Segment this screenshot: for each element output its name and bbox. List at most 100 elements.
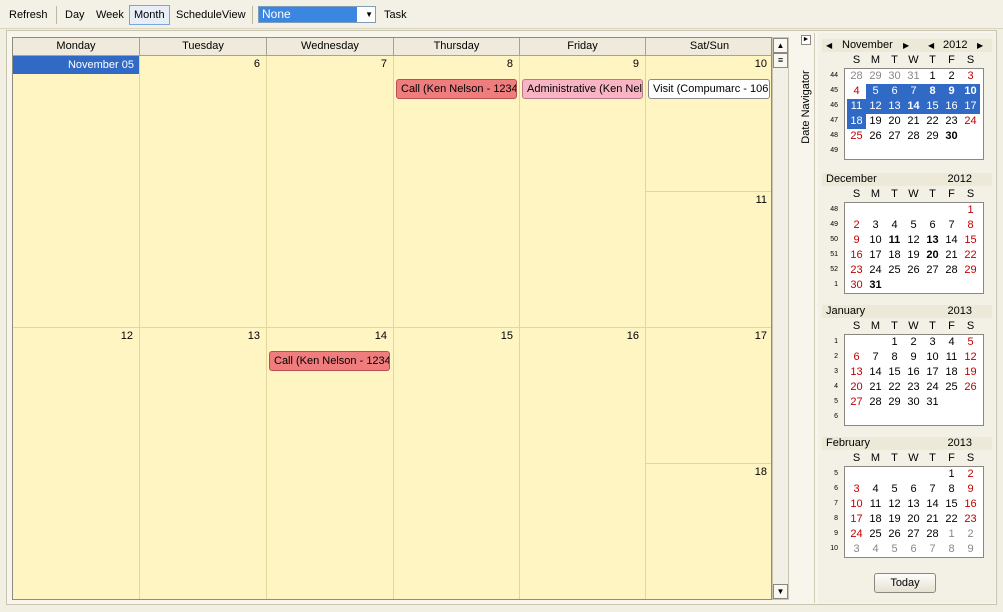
- mini-day[interactable]: 23: [904, 380, 923, 395]
- mini-day[interactable]: 5: [885, 482, 904, 497]
- mini-day[interactable]: 2: [847, 218, 866, 233]
- week-view-button[interactable]: Week: [91, 5, 129, 25]
- mini-day[interactable]: 5: [904, 218, 923, 233]
- mini-day[interactable]: 24: [923, 380, 942, 395]
- mini-day[interactable]: 14: [904, 99, 923, 114]
- mini-day[interactable]: 14: [942, 233, 961, 248]
- mini-day[interactable]: 15: [923, 99, 942, 114]
- mini-day[interactable]: 8: [961, 218, 980, 233]
- mini-day[interactable]: 11: [885, 233, 904, 248]
- mini-day[interactable]: 28: [942, 263, 961, 278]
- mini-day[interactable]: 18: [942, 365, 961, 380]
- day-cell-nov-11[interactable]: 11: [646, 192, 771, 328]
- mini-day[interactable]: 28: [847, 69, 866, 84]
- mini-day[interactable]: 22: [961, 248, 980, 263]
- mini-day[interactable]: 26: [885, 527, 904, 542]
- chevron-down-icon[interactable]: ▼: [365, 8, 373, 21]
- mini-day[interactable]: 5: [885, 542, 904, 557]
- mini-day[interactable]: 6: [904, 482, 923, 497]
- next-year-icon[interactable]: ▶: [977, 39, 983, 52]
- mini-day[interactable]: 1: [885, 335, 904, 350]
- mini-day[interactable]: 21: [866, 380, 885, 395]
- mini-day[interactable]: 2: [961, 527, 980, 542]
- mini-day[interactable]: 12: [885, 497, 904, 512]
- day-cell-nov-06[interactable]: 6: [140, 56, 267, 328]
- next-month-icon[interactable]: ▶: [903, 39, 909, 52]
- mini-day[interactable]: 10: [923, 350, 942, 365]
- mini-day[interactable]: 4: [942, 335, 961, 350]
- scroll-down-icon[interactable]: ▼: [773, 584, 788, 599]
- filter-select[interactable]: None ▼: [258, 6, 376, 23]
- mini-day[interactable]: 18: [885, 248, 904, 263]
- month-view-button[interactable]: Month: [129, 5, 170, 25]
- mini-day[interactable]: 22: [942, 512, 961, 527]
- day-cell-nov-07[interactable]: 7: [267, 56, 394, 328]
- mini-day[interactable]: 8: [942, 482, 961, 497]
- mini-day[interactable]: 25: [942, 380, 961, 395]
- mini-day[interactable]: 8: [885, 350, 904, 365]
- mini-day[interactable]: 7: [923, 542, 942, 557]
- mini-day[interactable]: 18: [866, 512, 885, 527]
- day-cell-nov-18[interactable]: 18: [646, 464, 771, 599]
- mini-day[interactable]: 11: [942, 350, 961, 365]
- mini-day[interactable]: 15: [961, 233, 980, 248]
- mini-day[interactable]: 6: [847, 350, 866, 365]
- mini-day[interactable]: 20: [885, 114, 904, 129]
- mini-day[interactable]: 19: [866, 114, 885, 129]
- day-cell-nov-17[interactable]: 17: [646, 328, 771, 464]
- mini-day[interactable]: 10: [961, 84, 980, 99]
- mini-day[interactable]: 7: [904, 84, 923, 99]
- schedule-view-button[interactable]: ScheduleView: [171, 5, 251, 25]
- mini-day[interactable]: 3: [923, 335, 942, 350]
- mini-day[interactable]: 7: [923, 482, 942, 497]
- mini-day[interactable]: 26: [961, 380, 980, 395]
- collapse-icon[interactable]: ►: [801, 35, 811, 45]
- prev-year-icon[interactable]: ◀: [928, 39, 934, 52]
- mini-day[interactable]: 30: [885, 69, 904, 84]
- mini-day[interactable]: 5: [866, 84, 885, 99]
- mini-day[interactable]: 28: [904, 129, 923, 144]
- mini-day[interactable]: 24: [961, 114, 980, 129]
- mini-day[interactable]: 3: [847, 542, 866, 557]
- mini-day[interactable]: 27: [885, 129, 904, 144]
- mini-day[interactable]: 4: [847, 84, 866, 99]
- today-button[interactable]: Today: [874, 573, 936, 593]
- mini-day[interactable]: 13: [847, 365, 866, 380]
- mini-day[interactable]: 3: [961, 69, 980, 84]
- mini-day[interactable]: 4: [866, 542, 885, 557]
- mini-day[interactable]: 6: [904, 542, 923, 557]
- mini-day[interactable]: 20: [904, 512, 923, 527]
- mini-day[interactable]: 20: [847, 380, 866, 395]
- day-cell-nov-14[interactable]: 14 Call (Ken Nelson - 12348: [267, 328, 394, 599]
- mini-day[interactable]: 2: [942, 69, 961, 84]
- day-cell-nov-08[interactable]: 8 Call (Ken Nelson - 12348: [394, 56, 520, 328]
- day-cell-nov-16[interactable]: 16: [520, 328, 646, 599]
- task-button[interactable]: Task: [379, 5, 412, 25]
- mini-day[interactable]: 12: [961, 350, 980, 365]
- mini-day[interactable]: 17: [961, 99, 980, 114]
- mini-day[interactable]: 9: [942, 84, 961, 99]
- mini-day[interactable]: 30: [942, 129, 961, 144]
- day-cell-nov-15[interactable]: 15: [394, 328, 520, 599]
- mini-day[interactable]: 5: [961, 335, 980, 350]
- mini-day[interactable]: 13: [904, 497, 923, 512]
- mini-day[interactable]: 19: [885, 512, 904, 527]
- mini-day[interactable]: 17: [923, 365, 942, 380]
- mini-day[interactable]: 31: [904, 69, 923, 84]
- mini-day[interactable]: 6: [885, 84, 904, 99]
- mini-day[interactable]: 21: [923, 512, 942, 527]
- mini-day[interactable]: 9: [961, 542, 980, 557]
- mini-day[interactable]: 27: [904, 527, 923, 542]
- mini-day[interactable]: 31: [866, 278, 885, 293]
- mini-day[interactable]: 16: [961, 497, 980, 512]
- mini-day[interactable]: 1: [923, 69, 942, 84]
- appointment-visit[interactable]: Visit (Compumarc - 106: [648, 79, 770, 99]
- day-cell-nov-13[interactable]: 13: [140, 328, 267, 599]
- mini-day[interactable]: 23: [961, 512, 980, 527]
- mini-day[interactable]: 9: [961, 482, 980, 497]
- mini-day[interactable]: 11: [847, 99, 866, 114]
- month-calendar[interactable]: Monday Tuesday Wednesday Thursday Friday…: [12, 37, 772, 600]
- mini-day[interactable]: 15: [942, 497, 961, 512]
- menu-lines-icon[interactable]: ≡: [773, 53, 788, 68]
- mini-day[interactable]: 1: [942, 527, 961, 542]
